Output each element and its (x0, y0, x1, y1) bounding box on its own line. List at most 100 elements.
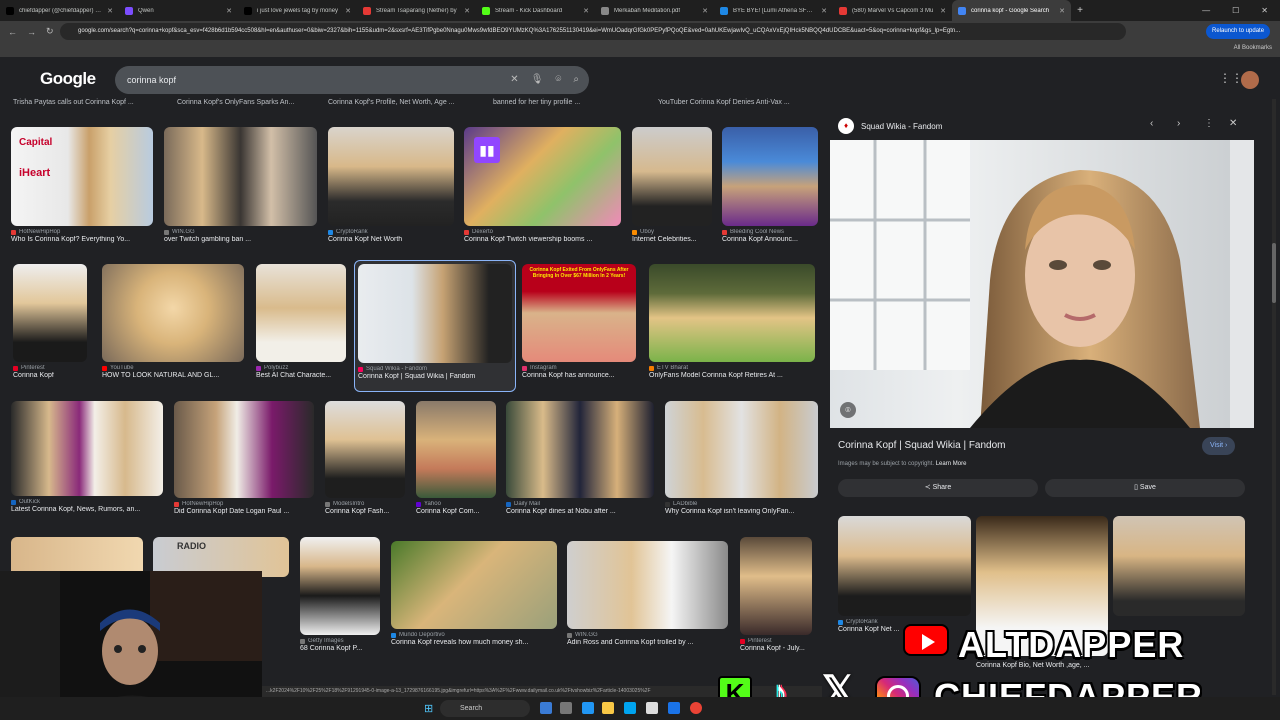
save-button[interactable]: ▯ Save (1045, 479, 1245, 497)
result-tile[interactable]: Corinna Kopf Exited From OnlyFans After … (522, 264, 636, 379)
scrollbar-thumb[interactable] (1272, 243, 1276, 303)
tab-close-icon[interactable]: ✕ (345, 7, 351, 15)
result-title: HOW TO LOOK NATURAL AND GL... (102, 372, 220, 379)
app-icon[interactable] (560, 702, 572, 714)
windows-taskbar: ⊞ Search (0, 697, 1280, 720)
chrome-icon[interactable] (690, 702, 702, 714)
tab-close-icon[interactable]: ✕ (1059, 7, 1065, 15)
result-tile[interactable]: Yahoo Corinna Kopf Com... (416, 401, 496, 515)
result-tile[interactable]: ▮▮ Dexerto Corinna Kopf Twitch viewershi… (464, 127, 621, 243)
tab-favicon-icon (839, 6, 847, 15)
relaunch-button[interactable]: Relaunch to update (1206, 24, 1271, 39)
minimize-icon[interactable]: — (1202, 6, 1210, 15)
close-icon[interactable]: ✕ (1229, 118, 1237, 129)
more-icon[interactable]: ⋮ (1204, 118, 1214, 129)
share-button[interactable]: ≺ Share (838, 479, 1038, 497)
panel-title[interactable]: Corinna Kopf | Squad Wikia | Fandom (838, 440, 1006, 451)
windows-start-icon[interactable]: ⊞ (424, 702, 433, 715)
result-tile[interactable]: Bleeding Cool News Corinna Kopf Announc.… (722, 127, 818, 243)
tab-title: (580) Marvel Vs Capcom 3 Mu (852, 7, 934, 14)
next-icon[interactable]: › (1177, 118, 1180, 129)
forward-icon[interactable]: → (27, 27, 36, 37)
app-icon[interactable] (646, 702, 658, 714)
search-icon[interactable]: ⌕ (573, 66, 579, 94)
result-tile[interactable]: Polybuzz Best AI Chat Characte... (256, 264, 346, 379)
folder-icon[interactable] (602, 702, 614, 714)
panel-source[interactable]: ♦ Squad Wikia - Fandom (838, 118, 942, 134)
result-tile-selected[interactable]: Squad Wikia - Fandom Corinna Kopf | Squa… (354, 260, 516, 392)
preview-image[interactable] (830, 140, 1254, 428)
browser-tab[interactable]: Stream Tsaparang (Nether) by ✕ (357, 0, 476, 21)
result-tile[interactable]: Pinterest Corinna Kopf (13, 264, 87, 379)
taskbar-search[interactable]: Search (440, 700, 530, 717)
tab-close-icon[interactable]: ✕ (702, 7, 708, 15)
clear-icon[interactable]: ✕ (510, 66, 518, 94)
new-tab-icon[interactable]: + (1071, 5, 1089, 16)
top-caption[interactable]: banned for her tiny profile ... (493, 99, 580, 106)
related-image (838, 516, 971, 616)
lens-icon[interactable]: ⌾ (555, 66, 561, 94)
scrollbar[interactable] (1272, 99, 1276, 695)
tab-close-icon[interactable]: ✕ (583, 7, 589, 15)
result-source: Getty Images (300, 638, 380, 644)
url-field[interactable]: google.com/search?q=corinna+kopf&sca_esv… (60, 23, 1126, 40)
result-tile[interactable]: Getty Images 68 Corinna Kopf P... (300, 537, 380, 652)
tab-close-icon[interactable]: ✕ (940, 7, 946, 15)
reload-icon[interactable]: ↻ (46, 26, 54, 37)
result-tile[interactable]: WIN.GG Adin Ross and Corinna Kopf trolle… (567, 541, 728, 646)
top-caption[interactable]: Corinna Kopf's Profile, Net Worth, Age .… (328, 99, 455, 106)
back-icon[interactable]: ← (8, 27, 17, 37)
result-image (632, 127, 712, 226)
learn-more-link[interactable]: Learn More (936, 461, 967, 467)
result-tile[interactable]: Mundo Deportivo Corinna Kopf reveals how… (391, 541, 557, 646)
result-tile[interactable]: Capital iHeart HotNewHipHop Who Is Corin… (11, 127, 153, 243)
tab-close-icon[interactable]: ✕ (464, 7, 470, 15)
browser-tab[interactable]: corinna kopf - Google Search ✕ (952, 0, 1071, 21)
tab-favicon-icon (125, 6, 133, 15)
top-caption[interactable]: Trisha Paytas calls out Corinna Kopf ... (13, 99, 134, 106)
tab-close-icon[interactable]: ✕ (226, 7, 232, 15)
result-tile[interactable]: OutKick Latest Corinna Kopf, News, Rumor… (11, 401, 163, 513)
top-caption[interactable]: YouTuber Corinna Kopf Denies Anti-Vax ..… (658, 99, 790, 106)
result-image (102, 264, 244, 362)
taskview-icon[interactable] (540, 702, 552, 714)
google-logo[interactable]: Google (40, 69, 96, 89)
result-title: 68 Corinna Kopf P... (300, 645, 363, 652)
browser-tab[interactable]: i just love jewels tag by money ✕ (238, 0, 357, 21)
result-tile[interactable]: LADbible Why Corinna Kopf isn't leaving … (665, 401, 818, 515)
result-tile[interactable]: HotNewHipHop Did Corinna Kopf Date Logan… (174, 401, 314, 515)
result-tile[interactable]: ETV Bharat OnlyFans Model Corinna Kopf R… (649, 264, 815, 379)
browser-tab[interactable]: BYE BYE! [Lumi Athena SFX] by ✕ (714, 0, 833, 21)
result-tile[interactable]: Pinterest Corinna Kopf - July... (740, 537, 812, 652)
browser-tab[interactable]: Merkabah Meditation.pdf ✕ (595, 0, 714, 21)
result-tile[interactable]: YouTube HOW TO LOOK NATURAL AND GL... (102, 264, 244, 379)
browser-tab[interactable]: chiefdapper (@chiefdapper) / X ✕ (0, 0, 119, 21)
tab-close-icon[interactable]: ✕ (821, 7, 827, 15)
tab-close-icon[interactable]: ✕ (107, 7, 113, 15)
maximize-icon[interactable]: ☐ (1232, 6, 1239, 15)
apps-grid-icon[interactable]: ⋮⋮ (1219, 71, 1243, 85)
result-tile[interactable]: ModelsIntro Corinna Kopf Fash... (325, 401, 405, 515)
app-icon[interactable] (668, 702, 680, 714)
browser-tab[interactable]: (580) Marvel Vs Capcom 3 Mu ✕ (833, 0, 952, 21)
result-tile[interactable]: WIN.GG over Twitch gambling ban ... (164, 127, 317, 243)
prev-icon[interactable]: ‹ (1150, 118, 1153, 129)
result-tile[interactable]: Daily Mail Corinna Kopf dines at Nobu af… (506, 401, 654, 515)
search-input[interactable]: corinna kopf ✕ 🎙 ⌾ ⌕ (115, 66, 589, 94)
edge-icon[interactable] (582, 702, 594, 714)
related-tile[interactable] (1113, 516, 1245, 616)
avatar[interactable] (1241, 71, 1259, 89)
store-icon[interactable] (624, 702, 636, 714)
result-tile[interactable]: Uboy Internet Celebrities... (632, 127, 712, 243)
close-window-icon[interactable]: ✕ (1261, 6, 1268, 15)
visit-button[interactable]: Visit › (1202, 437, 1236, 455)
browser-tab[interactable]: Qwen ✕ (119, 0, 238, 21)
all-bookmarks-link[interactable]: All Bookmarks (1234, 45, 1272, 51)
result-tile[interactable]: CryptoRank Corinna Kopf Net Worth (328, 127, 454, 243)
related-tile[interactable]: CryptoRank Corinna Kopf Net ... (838, 516, 971, 633)
mic-icon[interactable]: 🎙 (531, 66, 544, 94)
browser-tab[interactable]: Stream - Kick Dashboard ✕ (476, 0, 595, 21)
result-source: Instagram (522, 365, 636, 371)
top-caption[interactable]: Corinna Kopf's OnlyFans Sparks An... (177, 99, 294, 106)
lens-icon[interactable]: ⌾ (840, 402, 856, 418)
